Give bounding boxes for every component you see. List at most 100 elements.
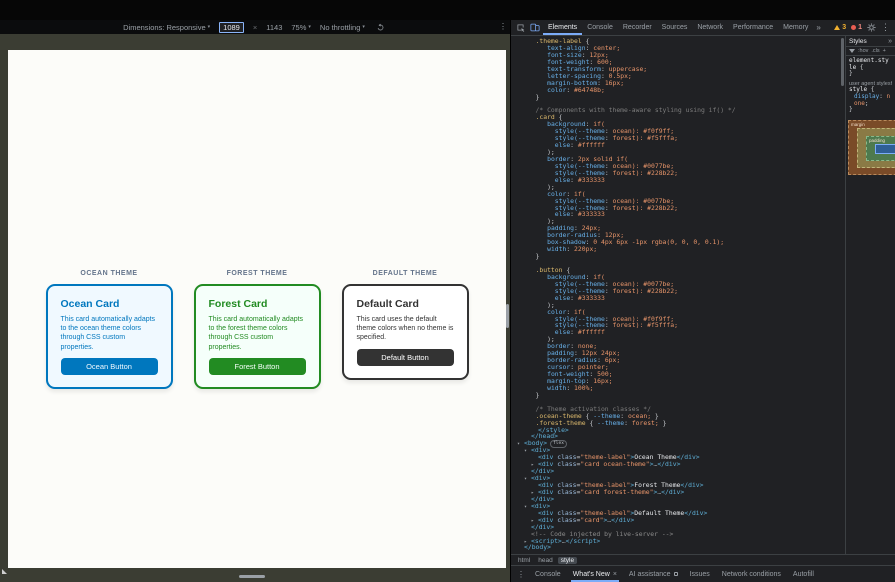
tab-console[interactable]: Console bbox=[582, 20, 618, 35]
warnings-badge[interactable]: 3 bbox=[832, 24, 848, 31]
flex-badge[interactable]: flex bbox=[550, 440, 567, 448]
box-model-border[interactable]: padding auto×auto bbox=[857, 128, 895, 168]
throttling-select[interactable]: No throttling ▾ bbox=[320, 23, 365, 32]
error-dot-icon bbox=[851, 25, 856, 30]
viewport-vertical-scrollbar[interactable] bbox=[506, 304, 509, 328]
breadcrumb-item-html[interactable]: html bbox=[515, 557, 533, 564]
device-toolbar-menu-icon[interactable]: ⋮ bbox=[499, 22, 507, 31]
card-button[interactable]: Ocean Button bbox=[61, 358, 158, 375]
box-model-margin[interactable]: margin padding auto×auto bbox=[848, 120, 895, 175]
tab-recorder[interactable]: Recorder bbox=[618, 20, 657, 35]
drawer-tabs: ConsoleWhat's New×AI assistanceIssuesNet… bbox=[529, 566, 820, 582]
dom-token: </script bbox=[566, 537, 597, 545]
dom-tree-line[interactable]: </div> bbox=[511, 468, 845, 475]
styles-filter-bar: :hov .cls + bbox=[846, 47, 895, 56]
drawer-tab-ai-assistance[interactable]: AI assistance bbox=[623, 566, 684, 582]
drawer-tab-label: Console bbox=[535, 571, 561, 578]
inspect-icon[interactable] bbox=[514, 23, 527, 32]
viewport-canvas: OCEAN THEMEOcean CardThis card automatic… bbox=[0, 34, 510, 582]
tab-memory[interactable]: Memory bbox=[778, 20, 813, 35]
theme-card: Forest CardThis card automatically adapt… bbox=[194, 284, 321, 389]
dom-token: "card" bbox=[580, 516, 603, 524]
tab-elements[interactable]: Elements bbox=[543, 20, 582, 35]
elements-scrollbar[interactable] bbox=[841, 38, 844, 86]
close-icon[interactable]: × bbox=[613, 571, 617, 578]
dom-token: </div> bbox=[657, 460, 680, 468]
dom-tree-line[interactable]: </body> bbox=[511, 544, 845, 551]
dom-token: </div> bbox=[661, 488, 684, 496]
dom-tree-line[interactable]: ▸<div class="card">…</div> bbox=[511, 517, 845, 524]
twisty-icon[interactable]: ▾ bbox=[517, 441, 524, 448]
drawer-menu-icon[interactable]: ⋮ bbox=[513, 570, 529, 579]
breadcrumb-item-style[interactable]: style bbox=[558, 557, 577, 564]
twisty-icon[interactable]: ▾ bbox=[524, 448, 531, 455]
css-source-line: } bbox=[511, 392, 845, 399]
styles-sidebar-header: Styles » bbox=[846, 36, 895, 47]
theme-section-forest-theme: FOREST THEMEForest CardThis card automat… bbox=[194, 270, 321, 389]
viewport-width-input[interactable]: 1089 bbox=[219, 22, 244, 33]
card-button[interactable]: Forest Button bbox=[209, 358, 306, 375]
theme-card: Default CardThis card uses the default t… bbox=[342, 284, 469, 380]
dom-tree-line[interactable]: </div> bbox=[511, 496, 845, 503]
drawer-tab-label: Issues bbox=[690, 571, 710, 578]
drawer-tab-autofill[interactable]: Autofill bbox=[787, 566, 820, 582]
card-button[interactable]: Default Button bbox=[357, 349, 454, 366]
breadcrumb-item-head[interactable]: head bbox=[535, 557, 555, 564]
dom-tree-line[interactable]: ▾<body>flex bbox=[511, 440, 845, 447]
twisty-icon[interactable]: ▾ bbox=[524, 504, 531, 511]
device-toolbar: Dimensions: Responsive ▾ 1089 × 1143 75%… bbox=[0, 20, 510, 34]
rule-close-brace: } bbox=[849, 71, 892, 78]
ua-declaration[interactable]: display: none; bbox=[849, 94, 892, 107]
box-model-padding[interactable]: padding auto×auto bbox=[866, 136, 895, 161]
tab-styles[interactable]: Styles bbox=[849, 38, 867, 45]
margin-label: margin bbox=[851, 122, 865, 127]
box-model-diagram[interactable]: margin padding auto×auto bbox=[848, 120, 895, 175]
drawer-tab-issues[interactable]: Issues bbox=[684, 566, 716, 582]
zoom-select[interactable]: 75% ▾ bbox=[291, 23, 311, 32]
drawer-tab-what-s-new[interactable]: What's New× bbox=[567, 566, 623, 582]
css-source-line: else: #333333 bbox=[511, 211, 845, 218]
settings-gear-icon[interactable] bbox=[865, 23, 878, 32]
drawer-tab-network-conditions[interactable]: Network conditions bbox=[716, 566, 787, 582]
rotate-icon[interactable] bbox=[374, 23, 387, 32]
box-model-content[interactable]: auto×auto bbox=[875, 144, 895, 154]
card-body-text: This card automatically adapts to the oc… bbox=[61, 315, 158, 352]
devtools-panel: ElementsConsoleRecorderSourcesNetworkPer… bbox=[510, 20, 895, 582]
dom-tree-line[interactable]: </style> bbox=[511, 427, 845, 434]
dom-tree-line[interactable]: ▸<div class="card ocean-theme">…</div> bbox=[511, 461, 845, 468]
dimensions-times-separator: × bbox=[253, 23, 257, 32]
toggle-element-state[interactable]: :hov bbox=[858, 48, 868, 54]
dom-token: </div> bbox=[611, 516, 634, 524]
tab-sources[interactable]: Sources bbox=[657, 20, 693, 35]
dom-tree-line[interactable]: ▸<script>…</script> bbox=[511, 538, 845, 545]
rule-close-brace: } bbox=[849, 107, 892, 114]
viewport-resize-handle[interactable] bbox=[2, 569, 7, 574]
card-title: Ocean Card bbox=[61, 298, 158, 310]
drawer-tab-console[interactable]: Console bbox=[529, 566, 567, 582]
tab-performance[interactable]: Performance bbox=[728, 20, 778, 35]
window-top-strip bbox=[0, 0, 895, 20]
element-style-rule[interactable]: element.style { bbox=[849, 58, 892, 71]
viewport-height-input[interactable]: 1143 bbox=[266, 23, 282, 32]
twisty-icon[interactable]: ▾ bbox=[524, 476, 531, 483]
more-tabs-icon[interactable]: » bbox=[814, 23, 822, 32]
drawer-tab-label: Autofill bbox=[793, 571, 814, 578]
filter-icon[interactable] bbox=[849, 49, 855, 53]
dom-tree-line[interactable]: </head> bbox=[511, 433, 845, 440]
drawer-tab-label: What's New bbox=[573, 571, 610, 578]
styles-more-tabs-icon[interactable]: » bbox=[888, 38, 892, 45]
dom-tree-line[interactable]: ▸<div class="card forest-theme">…</div> bbox=[511, 489, 845, 496]
device-type-select[interactable]: Dimensions: Responsive ▾ bbox=[123, 23, 210, 32]
device-toolbar-toggle-icon[interactable] bbox=[528, 23, 542, 32]
element-style-selector: element.style bbox=[849, 57, 889, 71]
new-style-rule-icon[interactable]: + bbox=[883, 48, 886, 54]
content-row: Dimensions: Responsive ▾ 1089 × 1143 75%… bbox=[0, 20, 895, 582]
dom-token: Default Theme bbox=[634, 509, 684, 517]
css-source-line: else: #ffffff bbox=[511, 142, 845, 149]
errors-badge[interactable]: 1 bbox=[849, 24, 864, 31]
devtools-menu-icon[interactable]: ⋮ bbox=[879, 22, 892, 33]
viewport-horizontal-scrollbar[interactable] bbox=[239, 575, 265, 578]
toggle-element-classes[interactable]: .cls bbox=[871, 48, 879, 54]
warning-triangle-icon bbox=[834, 25, 840, 30]
tab-network[interactable]: Network bbox=[692, 20, 728, 35]
